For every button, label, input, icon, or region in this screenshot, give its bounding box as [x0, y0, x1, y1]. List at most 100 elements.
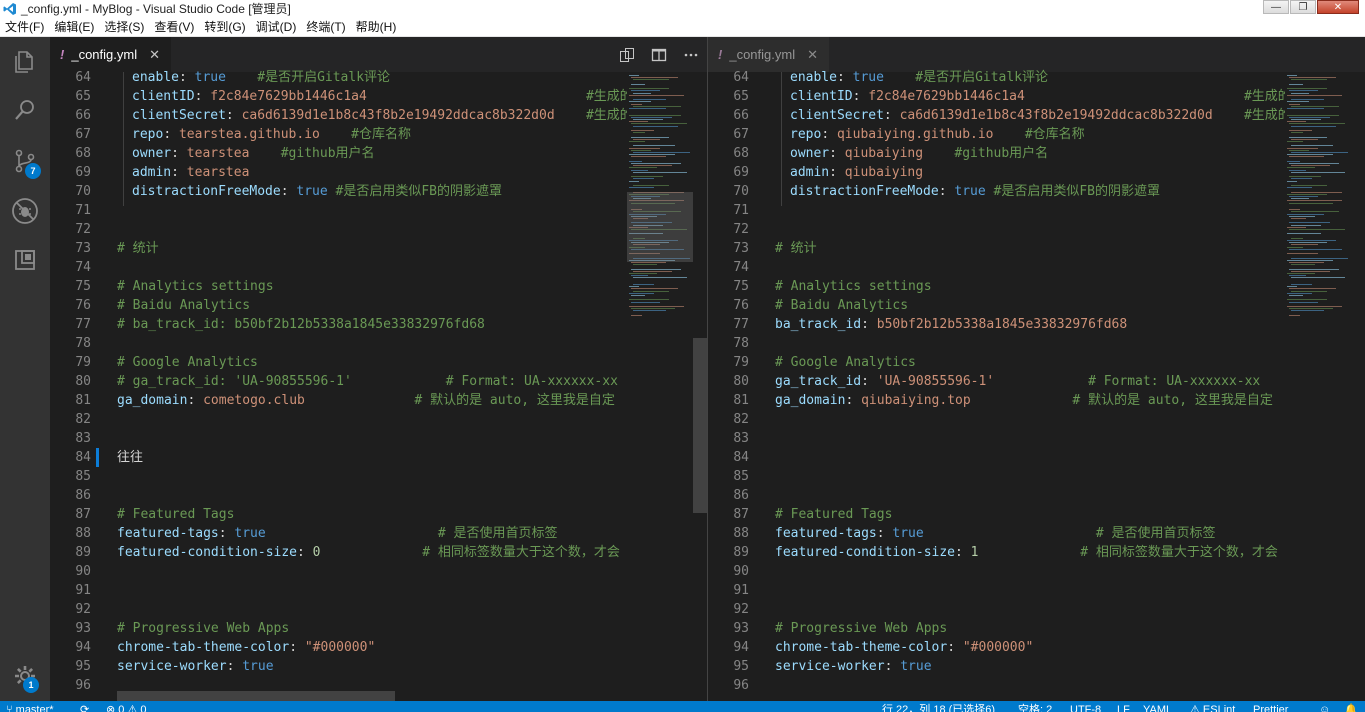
code-line[interactable]: 73 # 统计: [50, 239, 707, 258]
extensions-icon[interactable]: [0, 236, 50, 284]
scrollbar-thumb[interactable]: [693, 338, 707, 513]
menu-go[interactable]: 转到(G): [199, 17, 250, 37]
code-line[interactable]: 95 service-worker: true: [50, 657, 707, 676]
search-icon[interactable]: [0, 86, 50, 134]
code-line[interactable]: 65 clientID: f2c84e7629bb1446c1a4 #生成的: [50, 87, 707, 106]
tab-close-icon[interactable]: ✕: [807, 47, 818, 63]
code-line[interactable]: 90: [50, 562, 707, 581]
indentation[interactable]: 空格: 2: [1018, 704, 1052, 712]
eslint-status[interactable]: ⚠ ESLint: [1190, 704, 1235, 712]
vertical-scrollbar-left[interactable]: [693, 72, 707, 701]
explorer-icon[interactable]: [0, 38, 50, 86]
menu-selection[interactable]: 选择(S): [99, 17, 149, 37]
code-line[interactable]: 70 distractionFreeMode: true #是否启用类似FB的阴影…: [50, 182, 707, 201]
minimap-slider[interactable]: [627, 192, 693, 262]
code-line[interactable]: 87 # Featured Tags: [50, 505, 707, 524]
maximize-button[interactable]: ❐: [1290, 0, 1316, 14]
code-line[interactable]: 74: [708, 258, 1365, 277]
code-line[interactable]: 90: [708, 562, 1365, 581]
code-line[interactable]: 91: [708, 581, 1365, 600]
code-line[interactable]: 79 # Google Analytics: [708, 353, 1365, 372]
code-line[interactable]: 86: [708, 486, 1365, 505]
code-line[interactable]: 64 enable: true #是否开启Gitalk评论: [708, 68, 1365, 87]
code-line[interactable]: 77 # ba_track_id: b50bf2b12b5338a1845e338…: [50, 315, 707, 334]
code-line[interactable]: 65 clientID: f2c84e7629bb1446c1a4 #生成的: [708, 87, 1365, 106]
menu-terminal[interactable]: 终端(T): [301, 17, 350, 37]
code-line[interactable]: 82: [708, 410, 1365, 429]
code-line[interactable]: 69 admin: tearstea: [50, 163, 707, 182]
code-line[interactable]: 85: [50, 467, 707, 486]
tab-config-yml[interactable]: ! _config.yml ✕: [50, 37, 171, 72]
minimap-right[interactable]: [1285, 72, 1351, 701]
menu-file[interactable]: 文件(F): [0, 17, 49, 37]
code-line[interactable]: 64 enable: true #是否开启Gitalk评论: [50, 68, 707, 87]
code-line[interactable]: 84 往往: [50, 448, 707, 467]
menu-debug[interactable]: 调试(D): [251, 17, 302, 37]
encoding[interactable]: UTF-8: [1070, 704, 1101, 712]
code-line[interactable]: 93 # Progressive Web Apps: [708, 619, 1365, 638]
code-line[interactable]: 92: [50, 600, 707, 619]
code-line[interactable]: 66 clientSecret: ca6d6139d1e1b8c43f8b2e19…: [50, 106, 707, 125]
code-line[interactable]: 81 ga_domain: cometogo.club # 默认的是 auto, …: [50, 391, 707, 410]
settings-gear-icon[interactable]: 1: [0, 652, 50, 700]
code-line[interactable]: 68 owner: qiubaiying #github用户名: [708, 144, 1365, 163]
code-line[interactable]: 72: [50, 220, 707, 239]
source-control-icon[interactable]: 7: [0, 137, 50, 185]
code-line[interactable]: 71: [50, 201, 707, 220]
code-editor-left[interactable]: 64 enable: true #是否开启Gitalk评论 65 clientID: …: [50, 70, 632, 701]
code-line[interactable]: 86: [50, 486, 707, 505]
code-line[interactable]: 83: [708, 429, 1365, 448]
code-line[interactable]: 74: [50, 258, 707, 277]
code-line[interactable]: 78: [50, 334, 707, 353]
code-line[interactable]: 76 # Baidu Analytics: [50, 296, 707, 315]
notifications-icon[interactable]: 🔔: [1344, 704, 1358, 712]
close-window-button[interactable]: ✕: [1317, 0, 1359, 14]
code-line[interactable]: 66 clientSecret: ca6d6139d1e1b8c43f8b2e19…: [708, 106, 1365, 125]
code-line[interactable]: 78: [708, 334, 1365, 353]
code-line[interactable]: 75 # Analytics settings: [708, 277, 1365, 296]
code-line[interactable]: 89 featured-condition-size: 0 # 相同标签数量大于这…: [50, 543, 707, 562]
code-line[interactable]: 72: [708, 220, 1365, 239]
vertical-scrollbar-right[interactable]: [1351, 72, 1365, 701]
menu-view[interactable]: 查看(V): [149, 17, 199, 37]
code-line[interactable]: 67 repo: tearstea.github.io #仓库名称: [50, 125, 707, 144]
code-line[interactable]: 94 chrome-tab-theme-color: "#000000": [708, 638, 1365, 657]
branch-indicator[interactable]: ⑂ master*: [6, 704, 54, 712]
sync-icon[interactable]: ⟳: [80, 704, 89, 712]
code-line[interactable]: 82: [50, 410, 707, 429]
minimize-button[interactable]: —: [1263, 0, 1289, 14]
code-line[interactable]: 83: [50, 429, 707, 448]
code-line[interactable]: 77 ba_track_id: b50bf2b12b5338a1845e33832…: [708, 315, 1365, 334]
code-line[interactable]: 75 # Analytics settings: [50, 277, 707, 296]
code-line[interactable]: 70 distractionFreeMode: true #是否启用类似FB的阴影…: [708, 182, 1365, 201]
code-line[interactable]: 68 owner: tearstea #github用户名: [50, 144, 707, 163]
language-mode[interactable]: YAML: [1143, 704, 1172, 712]
code-line[interactable]: 73 # 统计: [708, 239, 1365, 258]
tab-close-icon[interactable]: ✕: [149, 47, 160, 63]
code-line[interactable]: 88 featured-tags: true # 是否使用首页标签: [50, 524, 707, 543]
code-line[interactable]: 96: [708, 676, 1365, 695]
debug-icon[interactable]: [0, 187, 50, 235]
code-line[interactable]: 94 chrome-tab-theme-color: "#000000": [50, 638, 707, 657]
cursor-position[interactable]: 行 22，列 18 (已选择6): [882, 704, 995, 712]
code-line[interactable]: 93 # Progressive Web Apps: [50, 619, 707, 638]
code-line[interactable]: 80 # ga_track_id: 'UA-90855596-1' # Forma…: [50, 372, 707, 391]
code-line[interactable]: 91: [50, 581, 707, 600]
code-line[interactable]: 81 ga_domain: qiubaiying.top # 默认的是 auto,…: [708, 391, 1365, 410]
split-editor-icon[interactable]: [643, 37, 675, 72]
code-line[interactable]: 85: [708, 467, 1365, 486]
menu-help[interactable]: 帮助(H): [351, 17, 402, 37]
feedback-icon[interactable]: ☺: [1319, 704, 1330, 712]
minimap-left[interactable]: [627, 72, 693, 701]
code-line[interactable]: 80 ga_track_id: 'UA-90855596-1' # Format:…: [708, 372, 1365, 391]
menu-edit[interactable]: 编辑(E): [49, 17, 99, 37]
code-editor-right[interactable]: 64 enable: true #是否开启Gitalk评论 65 clientID: …: [708, 70, 1290, 701]
open-changes-icon[interactable]: [611, 37, 643, 72]
code-line[interactable]: 79 # Google Analytics: [50, 353, 707, 372]
code-line[interactable]: 88 featured-tags: true # 是否使用首页标签: [708, 524, 1365, 543]
code-line[interactable]: 84: [708, 448, 1365, 467]
end-of-line[interactable]: LF: [1117, 704, 1130, 712]
prettier-status[interactable]: Prettier: [1253, 704, 1288, 712]
problems-indicator[interactable]: ⊗ 0 ⚠ 0: [106, 704, 146, 712]
code-line[interactable]: 76 # Baidu Analytics: [708, 296, 1365, 315]
